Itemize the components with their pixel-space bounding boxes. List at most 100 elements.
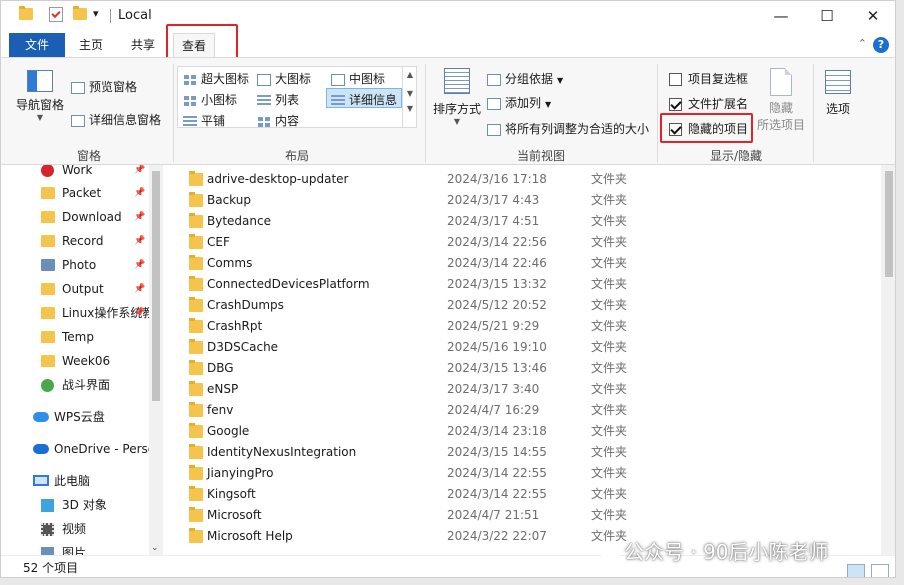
- group-by-button[interactable]: 分组依据 ▼: [487, 70, 563, 87]
- preview-pane-button[interactable]: 预览窗格: [71, 78, 137, 95]
- table-row[interactable]: D3DSCache 2024/5/16 19:10 文件夹: [163, 337, 863, 358]
- table-row[interactable]: Bytedance 2024/3/17 4:51 文件夹: [163, 211, 863, 232]
- table-row[interactable]: Kingsoft 2024/3/14 22:55 文件夹: [163, 484, 863, 505]
- file-extensions-checkbox[interactable]: [669, 98, 682, 111]
- nav-item-linux[interactable]: Linux操作系统教 📌: [1, 302, 149, 324]
- file-list-scrollbar[interactable]: [881, 165, 895, 555]
- tab-file[interactable]: 文件: [9, 33, 65, 57]
- file-name: Microsoft: [207, 508, 262, 522]
- table-row[interactable]: ConnectedDevicesPlatform 2024/3/15 13:32 文…: [163, 274, 863, 295]
- table-row[interactable]: JianyingPro 2024/3/14 22:55 文件夹: [163, 463, 863, 484]
- layout-gallery-scroll[interactable]: ▲ ▼ ▼: [402, 66, 417, 128]
- table-row[interactable]: CEF 2024/3/14 22:56 文件夹: [163, 232, 863, 253]
- file-name: adrive-desktop-updater: [207, 172, 349, 186]
- table-row[interactable]: CrashRpt 2024/5/21 9:29 文件夹: [163, 316, 863, 337]
- table-row[interactable]: Backup 2024/3/17 4:43 文件夹: [163, 190, 863, 211]
- file-type: 文件夹: [591, 214, 628, 228]
- layout-small-icons[interactable]: 小图标: [183, 91, 237, 108]
- properties-icon[interactable]: [49, 7, 63, 22]
- chevron-down-icon[interactable]: ⌄: [151, 543, 159, 553]
- hidden-items-toggle[interactable]: 隐藏的项目: [669, 120, 748, 137]
- details-view-button[interactable]: [847, 563, 866, 577]
- nav-item-label: Photo: [62, 258, 97, 272]
- chevron-down-icon: ▼: [557, 76, 564, 85]
- large-icons-view-button[interactable]: [871, 563, 889, 577]
- nav-item-wps-cloud[interactable]: WPS云盘: [1, 406, 149, 428]
- nav-item-onedrive[interactable]: OneDrive - Perso: [1, 438, 149, 460]
- pin-icon: 📌: [134, 212, 146, 222]
- nav-item-record[interactable]: Record 📌: [1, 230, 149, 252]
- file-extensions-toggle[interactable]: 文件扩展名: [669, 95, 748, 112]
- file-name: Backup: [207, 193, 251, 207]
- tab-view[interactable]: 查看: [173, 33, 216, 57]
- file-name: IdentityNexusIntegration: [207, 445, 357, 459]
- nav-item-battle-ui[interactable]: 战斗界面: [1, 374, 149, 396]
- nav-scroll-thumb[interactable]: [152, 171, 160, 401]
- tab-share[interactable]: 共享: [123, 33, 163, 57]
- file-name: CrashRpt: [207, 319, 263, 333]
- folder-icon: [189, 255, 203, 270]
- layout-details-label: 详细信息: [349, 93, 398, 107]
- tiles-icon: [183, 115, 197, 128]
- folder-icon: [189, 507, 203, 522]
- nav-item-temp[interactable]: Temp: [1, 326, 149, 348]
- table-row[interactable]: IdentityNexusIntegration 2024/3/15 14:55 文…: [163, 442, 863, 463]
- fit-columns-button[interactable]: 将所有列调整为合适的大小: [487, 120, 649, 137]
- maximize-button[interactable]: ☐: [817, 6, 837, 26]
- expand-gallery-icon[interactable]: ▼: [403, 104, 417, 113]
- options-label: 选项: [825, 102, 850, 116]
- layout-xlarge-icons[interactable]: 超大图标: [183, 70, 249, 87]
- file-list-scroll-thumb[interactable]: [885, 171, 893, 277]
- add-column-button[interactable]: 添加列 ▼: [487, 94, 551, 111]
- nav-item-pictures[interactable]: 图片: [1, 542, 149, 555]
- table-row[interactable]: Google 2024/3/14 23:18 文件夹: [163, 421, 863, 442]
- nav-item-week06[interactable]: Week06: [1, 350, 149, 372]
- sort-by-button[interactable]: 排序方式 ▼: [433, 68, 481, 126]
- pin-icon: 📌: [134, 236, 146, 246]
- nav-pane-button[interactable]: 导航窗格 ▼: [15, 70, 65, 122]
- minimize-button[interactable]: —: [771, 6, 791, 26]
- close-button[interactable]: ✕: [863, 6, 883, 26]
- nav-item-download[interactable]: Download 📌: [1, 206, 149, 228]
- table-row[interactable]: eNSP 2024/3/17 3:40 文件夹: [163, 379, 863, 400]
- new-folder-icon[interactable]: [73, 6, 87, 20]
- nav-scrollbar[interactable]: ⌄: [149, 165, 163, 555]
- file-name: eNSP: [207, 382, 239, 396]
- nav-item-this-pc[interactable]: 此电脑: [1, 470, 149, 492]
- table-row[interactable]: Comms 2024/3/14 22:46 文件夹: [163, 253, 863, 274]
- nav-item-packet[interactable]: Packet 📌: [1, 182, 149, 204]
- table-row[interactable]: Microsoft 2024/4/7 21:51 文件夹: [163, 505, 863, 526]
- collapse-ribbon-icon[interactable]: ⌃: [858, 37, 867, 50]
- item-checkboxes-toggle[interactable]: 项目复选框: [669, 70, 748, 87]
- table-row[interactable]: CrashDumps 2024/5/12 20:52 文件夹: [163, 295, 863, 316]
- game-icon: [41, 379, 54, 392]
- layout-large-icons[interactable]: 大图标: [257, 70, 311, 87]
- sort-by-label: 排序方式: [433, 102, 482, 116]
- details-pane-button[interactable]: 详细信息窗格: [71, 111, 161, 128]
- help-icon[interactable]: ?: [873, 37, 889, 53]
- hide-selected-button[interactable]: 隐藏 所选项目: [755, 68, 807, 133]
- hidden-items-checkbox[interactable]: [669, 123, 682, 136]
- layout-content[interactable]: 内容: [257, 112, 299, 129]
- layout-tiles[interactable]: 平铺: [183, 112, 225, 129]
- chevron-up-icon[interactable]: ▲: [403, 70, 417, 79]
- item-checkboxes-checkbox[interactable]: [669, 73, 682, 86]
- layout-list[interactable]: 列表: [257, 91, 299, 108]
- folder-icon: [41, 355, 55, 367]
- nav-item-3d-objects[interactable]: 3D 对象: [1, 494, 149, 516]
- tab-home[interactable]: 主页: [71, 33, 111, 57]
- quick-access-dropdown-icon[interactable]: ▾: [93, 7, 99, 20]
- nav-item-videos[interactable]: 视频: [1, 518, 149, 540]
- nav-item-work[interactable]: Work 📌: [1, 165, 149, 181]
- file-name: CEF: [207, 235, 230, 249]
- chevron-down-icon[interactable]: ▼: [403, 89, 417, 98]
- table-row[interactable]: adrive-desktop-updater 2024/3/16 17:18 文件夹: [163, 169, 863, 190]
- table-row[interactable]: DBG 2024/3/15 13:46 文件夹: [163, 358, 863, 379]
- options-button[interactable]: 选项: [823, 70, 853, 117]
- file-date: 2024/3/14 22:46: [447, 256, 547, 270]
- layout-details[interactable]: 详细信息: [331, 91, 397, 108]
- layout-medium-icons[interactable]: 中图标: [331, 70, 385, 87]
- nav-item-photo[interactable]: Photo 📌: [1, 254, 149, 276]
- nav-item-output[interactable]: Output 📌: [1, 278, 149, 300]
- table-row[interactable]: fenv 2024/4/7 16:29 文件夹: [163, 400, 863, 421]
